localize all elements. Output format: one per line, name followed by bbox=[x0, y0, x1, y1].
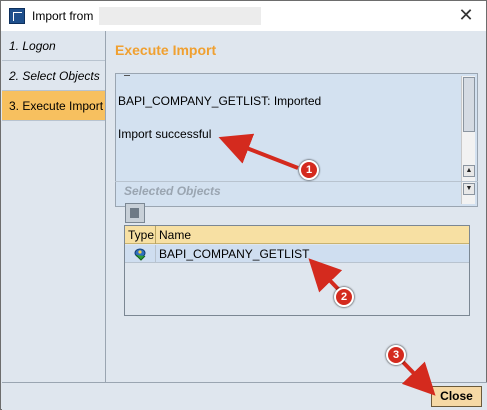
app-icon bbox=[9, 8, 25, 24]
scroll-up-icon[interactable]: ▲ bbox=[463, 165, 475, 177]
object-name: BAPI_COMPANY_GETLIST bbox=[159, 247, 310, 261]
bapi-object-icon bbox=[134, 248, 146, 261]
column-header-name[interactable]: Name bbox=[159, 228, 191, 242]
table-settings-button[interactable] bbox=[125, 203, 145, 223]
section-title: Execute Import bbox=[115, 42, 217, 58]
scroll-thumb[interactable] bbox=[463, 77, 475, 132]
selected-objects-title: Selected Objects bbox=[124, 184, 221, 198]
nav-step-execute-import[interactable]: 3. Execute Import bbox=[2, 91, 105, 121]
selected-objects-table: Type Name BAPI_COMPANY_GETLIST bbox=[124, 225, 470, 316]
annotation-badge-1: 1 bbox=[299, 160, 319, 180]
redacted-title-area bbox=[99, 7, 261, 25]
table-row[interactable]: BAPI_COMPANY_GETLIST bbox=[125, 245, 469, 263]
main-panel: Execute Import BAPI_COMPANY_GETLIST: Imp… bbox=[107, 31, 486, 382]
log-line-success: Import successful bbox=[118, 127, 212, 141]
title-bar: Import from ✕ bbox=[1, 1, 486, 31]
column-divider bbox=[155, 245, 156, 263]
column-header-type[interactable]: Type bbox=[128, 228, 154, 242]
annotation-badge-2: 2 bbox=[334, 287, 354, 307]
annotation-badge-3: 3 bbox=[386, 345, 406, 365]
log-line-imported: BAPI_COMPANY_GETLIST: Imported bbox=[118, 94, 322, 108]
step-navigation: 1. Logon 2. Select Objects 3. Execute Im… bbox=[2, 31, 106, 382]
nav-step-logon[interactable]: 1. Logon bbox=[2, 31, 105, 61]
table-header: Type Name bbox=[125, 226, 469, 244]
column-divider bbox=[155, 226, 156, 244]
dialog-footer bbox=[2, 382, 487, 410]
close-button[interactable]: Close bbox=[431, 386, 482, 407]
log-clipped-line bbox=[124, 72, 130, 76]
nav-step-select-objects[interactable]: 2. Select Objects bbox=[2, 61, 105, 91]
close-icon[interactable]: ✕ bbox=[454, 4, 478, 28]
window-title: Import from bbox=[32, 9, 94, 23]
import-dialog: Import from ✕ 1. Logon 2. Select Objects… bbox=[0, 0, 487, 410]
